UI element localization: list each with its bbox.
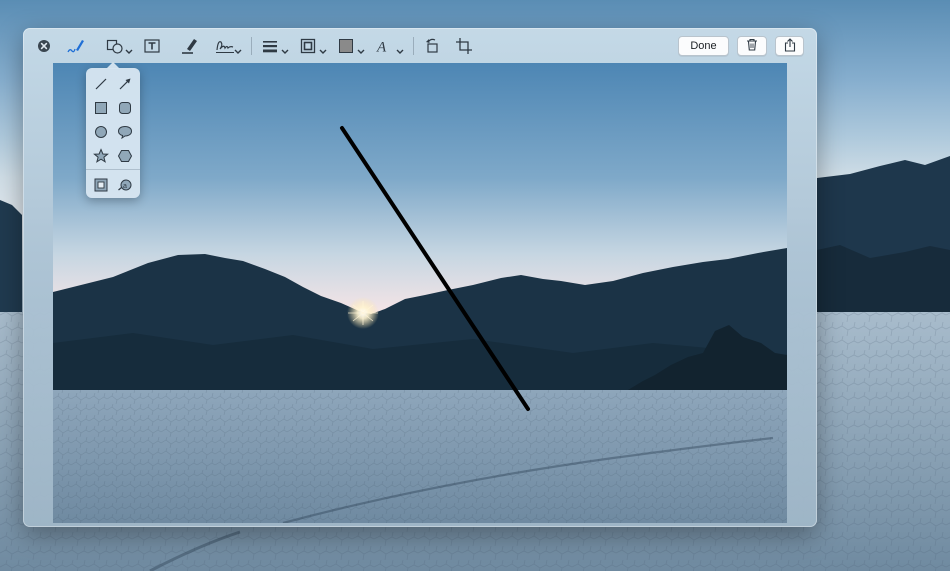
speech-bubble-icon[interactable] bbox=[115, 122, 135, 142]
chevron-down-icon[interactable] bbox=[396, 42, 404, 60]
markup-toolbar: A Done bbox=[23, 28, 817, 63]
trash-icon bbox=[746, 38, 758, 54]
popover-separator bbox=[86, 169, 140, 170]
circle-icon[interactable] bbox=[91, 122, 111, 142]
rounded-square-icon[interactable] bbox=[115, 98, 135, 118]
done-button[interactable]: Done bbox=[678, 36, 729, 56]
sketch-pen-icon[interactable] bbox=[64, 36, 86, 56]
toolbar-separator bbox=[251, 37, 252, 55]
share-icon bbox=[784, 37, 796, 55]
border-color-icon[interactable] bbox=[299, 36, 317, 56]
done-button-label: Done bbox=[690, 40, 717, 52]
shapes-icon[interactable] bbox=[105, 36, 125, 56]
share-button[interactable] bbox=[775, 36, 804, 56]
mask-icon[interactable] bbox=[91, 175, 111, 195]
highlighter-icon[interactable] bbox=[178, 36, 200, 56]
popover-arrow bbox=[106, 62, 120, 69]
line-weight-icon[interactable] bbox=[261, 36, 279, 56]
chevron-down-icon[interactable] bbox=[357, 42, 365, 60]
text-style-icon[interactable]: A bbox=[374, 36, 392, 56]
star-icon[interactable] bbox=[91, 146, 111, 166]
shapes-popover: a bbox=[86, 62, 140, 198]
document-image-canvas[interactable] bbox=[53, 63, 787, 523]
line-icon[interactable] bbox=[91, 74, 111, 94]
text-box-icon[interactable] bbox=[141, 36, 163, 56]
chevron-down-icon[interactable] bbox=[125, 42, 133, 60]
hexagon-icon[interactable] bbox=[115, 146, 135, 166]
crop-icon[interactable] bbox=[454, 36, 474, 56]
loupe-icon[interactable]: a bbox=[115, 175, 135, 195]
chevron-down-icon[interactable] bbox=[319, 42, 327, 60]
chevron-down-icon[interactable] bbox=[281, 42, 289, 60]
svg-text:A: A bbox=[376, 40, 387, 55]
square-icon[interactable] bbox=[91, 98, 111, 118]
fill-color-icon[interactable] bbox=[337, 36, 355, 56]
toolbar-separator bbox=[413, 37, 414, 55]
arrow-icon[interactable] bbox=[115, 74, 135, 94]
chevron-down-icon[interactable] bbox=[234, 42, 242, 60]
markup-window: A Done a bbox=[23, 28, 817, 527]
close-circle-icon[interactable] bbox=[36, 36, 52, 56]
delete-button[interactable] bbox=[737, 36, 767, 56]
svg-text:a: a bbox=[123, 183, 127, 190]
rotate-left-icon[interactable] bbox=[422, 36, 442, 56]
